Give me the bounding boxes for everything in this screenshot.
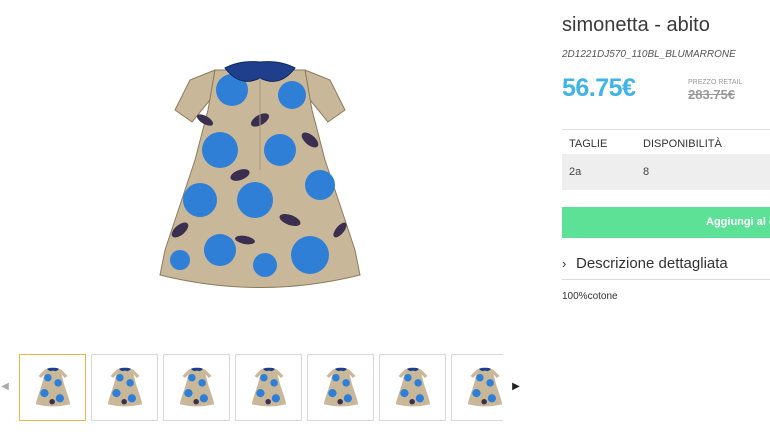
thumbnail-1[interactable]: [19, 354, 86, 421]
description-toggle-label: Descrizione dettagliata: [576, 255, 728, 272]
table-row[interactable]: 2a 8: [562, 154, 770, 190]
description-toggle[interactable]: › Descrizione dettagliata: [562, 252, 770, 280]
thumbnail-strip: ◀ ▶: [0, 352, 530, 422]
header-size: TAGLIE: [569, 138, 608, 150]
thumbnail-5[interactable]: [307, 354, 374, 421]
chevron-right-icon: ›: [562, 256, 567, 271]
table-header: TAGLIE DISPONIBILITÀ: [562, 129, 770, 154]
dress-image: [159, 61, 361, 288]
thumbnail-2[interactable]: [91, 354, 158, 421]
dress-thumbnail-image: [467, 367, 503, 407]
main-product-image[interactable]: [120, 50, 400, 310]
thumbnail-7[interactable]: [451, 354, 503, 421]
dress-thumbnail-image: [395, 367, 431, 407]
size-availability-table: TAGLIE DISPONIBILITÀ 2a 8: [562, 129, 770, 190]
header-availability: DISPONIBILITÀ: [643, 138, 722, 150]
product-details: simonetta - abito 2D1221DJ570_110BL_BLUM…: [562, 0, 770, 444]
product-sku: 2D1221DJ570_110BL_BLUMARRONE: [562, 49, 736, 60]
thumbnail-4[interactable]: [235, 354, 302, 421]
product-title: simonetta - abito: [562, 14, 710, 36]
add-to-cart-label: Aggiungi al carrello: [706, 216, 770, 228]
product-price: 56.75€: [562, 74, 636, 102]
thumbnail-6[interactable]: [379, 354, 446, 421]
dress-thumbnail-image: [35, 367, 71, 407]
thumbnail-3[interactable]: [163, 354, 230, 421]
product-gallery: ◀ ▶: [0, 0, 530, 444]
retail-price-label: PREZZO RETAIL: [688, 79, 743, 86]
size-cell: 2a: [569, 166, 582, 178]
availability-cell: 8: [643, 166, 650, 178]
dress-thumbnail-image: [107, 367, 143, 407]
thumbnail-prev-icon[interactable]: ◀: [0, 380, 10, 394]
dress-thumbnail-image: [251, 367, 287, 407]
add-to-cart-button[interactable]: Aggiungi al carrello: [562, 207, 770, 238]
description-text: 100%cotone: [562, 291, 618, 302]
dress-thumbnail-image: [179, 367, 215, 407]
retail-price: 283.75€: [688, 87, 735, 102]
dress-thumbnail-image: [323, 367, 359, 407]
thumbnail-next-icon[interactable]: ▶: [511, 380, 521, 394]
